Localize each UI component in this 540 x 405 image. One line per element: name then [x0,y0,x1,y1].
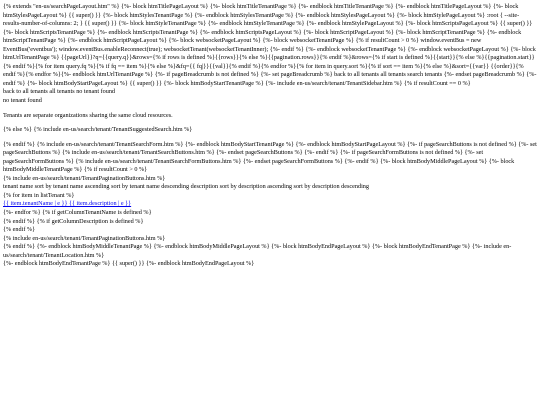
breadcrumb-text: back to all tenants all tenants no tenan… [3,88,116,96]
pagination-include-top: {% include en-us/search/tenant/TenantPag… [3,174,166,182]
template-header-block: {% extends "en-us/searchPageLayout.htm" … [3,3,537,87]
endif-line: {% endif %} [3,226,36,234]
tenants-description: Tenants are separate organizations shari… [3,111,173,119]
for-loop-end: {%- endfor %} {% if getColumnTenantName … [3,209,152,217]
no-tenant-found-text: no tenant found [3,97,42,105]
tenant-item-link[interactable]: {{ item.tenantName | e }} {{ item.descri… [3,200,131,207]
sort-options-text: tenant name sort by tenant name ascendin… [3,183,369,191]
tenant-row: {{ item.tenantName | e }} {{ item.descri… [3,200,537,209]
body-end-block: {% endif %} {%- endblock htmBodyMiddleTe… [3,243,512,259]
pagination-include-bottom: {% include en-us/search/tenant/TenantPag… [3,234,166,242]
raw-template-page: {% extends "en-us/searchPageLayout.htm" … [0,0,540,269]
search-form-block: {% endif %} {% include en-us/search/tena… [3,140,537,174]
suggested-search-include: {% else %} {% include en-us/search/tenan… [3,126,193,134]
column-description-check: {% endif %} {% if getColumnDescription i… [3,217,144,225]
for-loop-start: {% for item in listTenant %} [3,191,75,199]
body-end-close: {%- endblock htmBodyEndTenantPage %} {{ … [3,260,255,268]
